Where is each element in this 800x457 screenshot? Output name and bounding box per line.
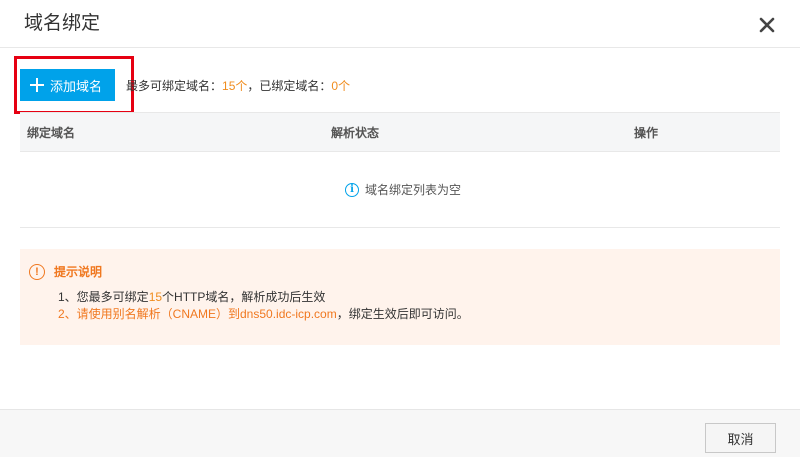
dialog-footer	[0, 409, 800, 457]
quota-max: 15个	[222, 79, 248, 93]
tip-1-text-end: 个HTTP域名，解析成功后生效	[162, 290, 326, 304]
tips-title: 提示说明	[54, 265, 103, 279]
warning-icon: !	[29, 263, 45, 280]
table-header: 绑定域名 解析状态 操作	[20, 112, 780, 152]
column-header-status: 解析状态	[331, 126, 380, 140]
empty-table-row: i 域名绑定列表为空	[20, 152, 780, 228]
empty-text: 域名绑定列表为空	[365, 183, 462, 197]
add-domain-button[interactable]: 添加域名	[20, 69, 115, 101]
plus-icon	[30, 78, 44, 92]
add-domain-label: 添加域名	[50, 78, 103, 94]
domain-quota: 最多可绑定域名：15个，已绑定域名：0个	[126, 78, 350, 94]
tip-line-2: 2、请使用别名解析（CNAME）到dns50.idc-icp.com，绑定生效后…	[58, 306, 469, 322]
tip-2-text-end: ，绑定生效后即可访问。	[336, 307, 469, 321]
column-header-actions: 操作	[634, 126, 659, 140]
column-header-domain: 绑定域名	[27, 126, 76, 140]
dialog-header: 域名绑定	[0, 0, 800, 48]
tip-1-text: 1、您最多可绑定	[58, 290, 149, 304]
quota-bound: 0个	[331, 79, 351, 93]
info-icon: i	[345, 182, 359, 197]
tip-2-text: 2、请使用别名解析（CNAME）到dns50.idc-icp.com	[58, 307, 337, 321]
tips-header: ! 提示说明	[29, 263, 102, 280]
close-icon[interactable]	[757, 15, 777, 35]
tips-panel: ! 提示说明 1、您最多可绑定15个HTTP域名，解析成功后生效 2、请使用别名…	[20, 249, 780, 345]
quota-prefix: 最多可绑定域名：	[126, 79, 223, 93]
tip-1-number: 15	[148, 290, 163, 304]
empty-message: i 域名绑定列表为空	[345, 181, 461, 198]
quota-mid: ，已绑定域名：	[247, 79, 332, 93]
dialog-title: 域名绑定	[24, 13, 101, 34]
cancel-button[interactable]: 取消	[705, 423, 776, 453]
domain-binding-dialog: 域名绑定 添加域名 最多可绑定域名：15个，已绑定域名：0个 绑定域名 解析状态…	[0, 0, 800, 457]
tip-line-1: 1、您最多可绑定15个HTTP域名，解析成功后生效	[58, 289, 325, 305]
